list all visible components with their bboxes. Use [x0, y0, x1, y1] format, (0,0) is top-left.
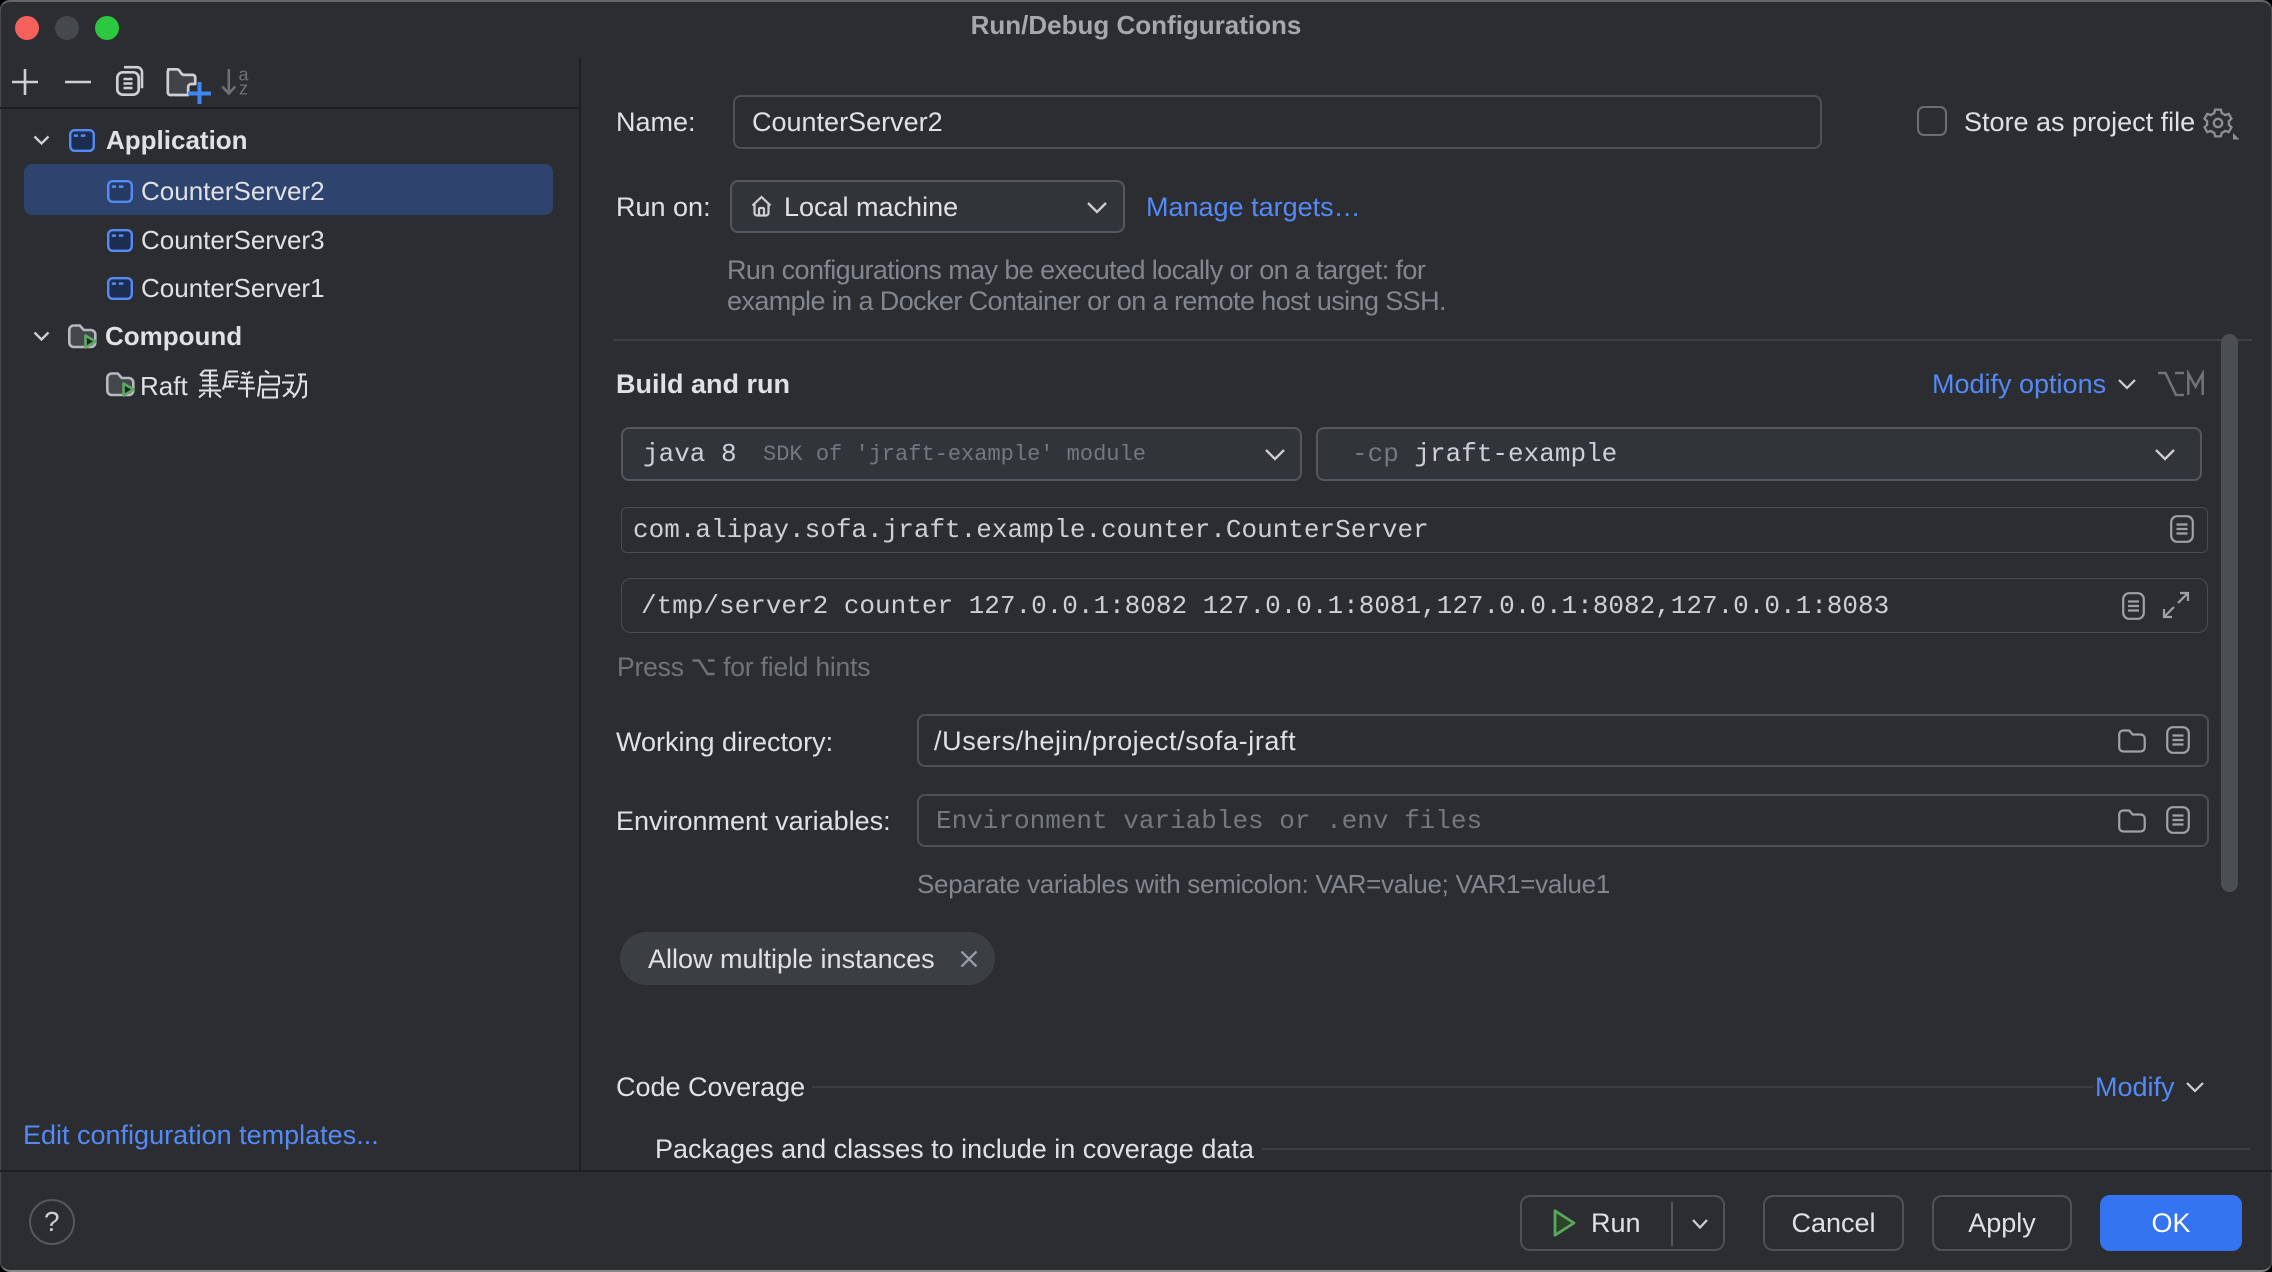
svg-text:z: z	[239, 79, 248, 99]
